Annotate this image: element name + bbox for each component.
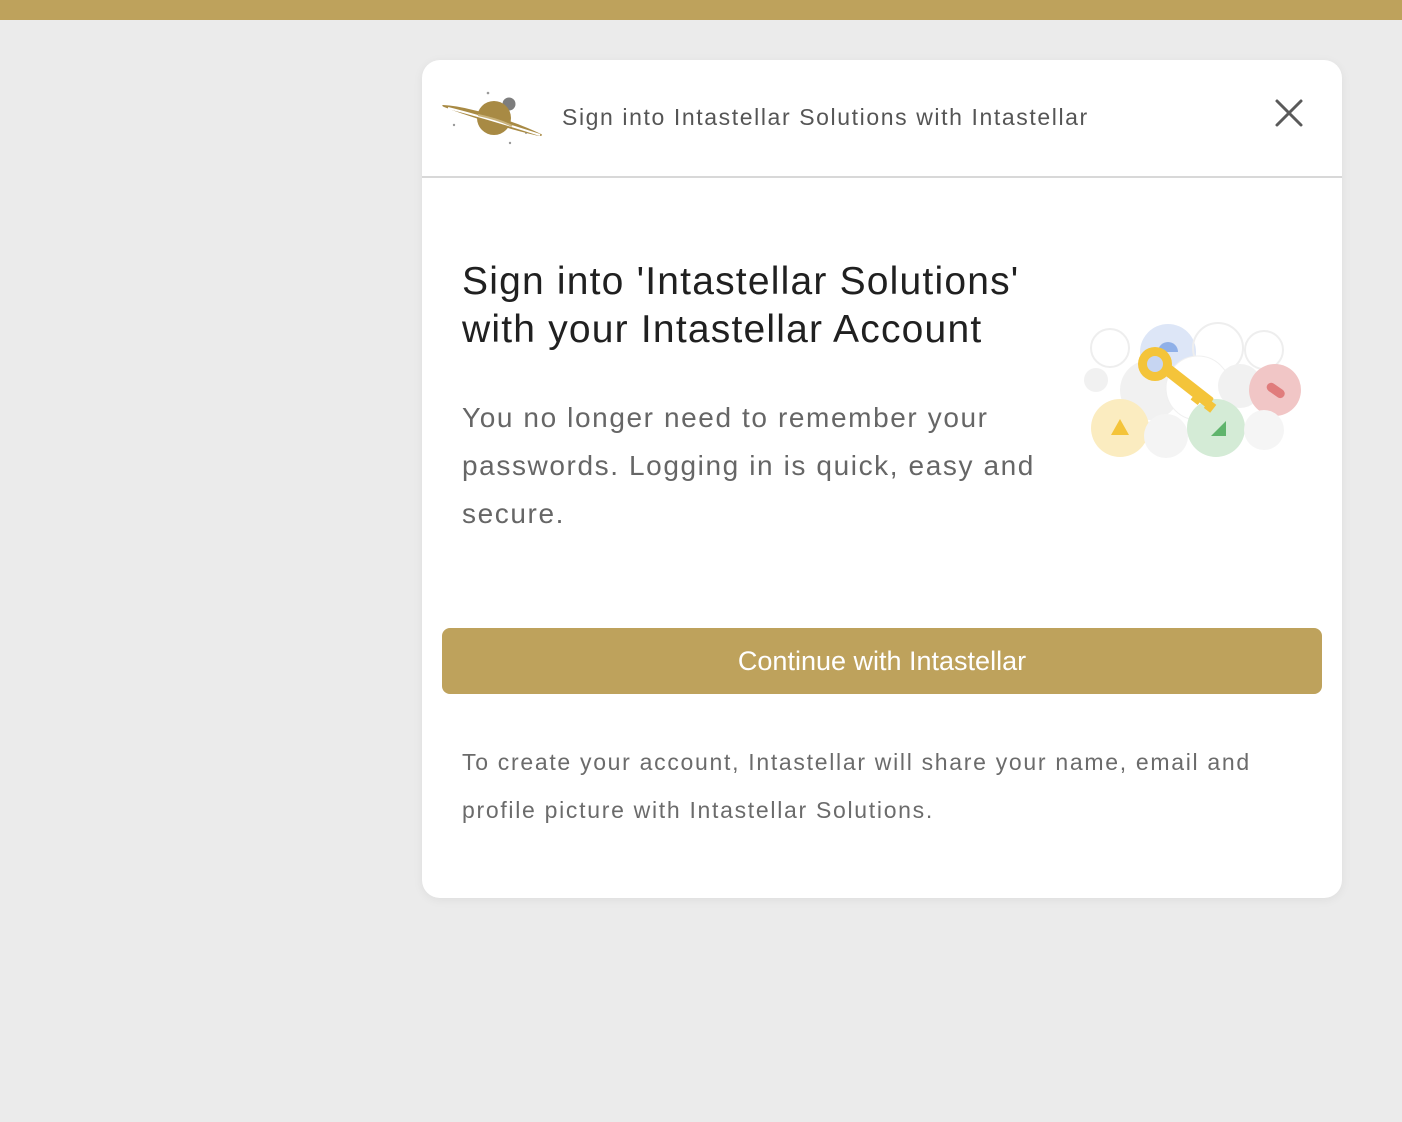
dialog-heading: Sign into 'Intastellar Solutions' with y…	[462, 260, 1020, 351]
header-title: Sign into Intastellar Solutions with Int…	[562, 104, 1089, 130]
dialog-description: You no longer need to remember your pass…	[462, 402, 1035, 529]
dialog-header: Sign into Intastellar Solutions with Int…	[422, 60, 1342, 178]
sign-in-dialog: Sign into Intastellar Solutions with Int…	[422, 60, 1342, 898]
sharing-notice: To create your account, Intastellar will…	[462, 749, 1251, 823]
key-illustration-icon	[1084, 322, 1301, 458]
planet-logo-icon	[442, 91, 543, 145]
close-button[interactable]	[1270, 94, 1308, 132]
top-accent-bar	[0, 0, 1402, 20]
continue-with-intastellar-button[interactable]: Continue with Intastellar	[442, 628, 1322, 694]
